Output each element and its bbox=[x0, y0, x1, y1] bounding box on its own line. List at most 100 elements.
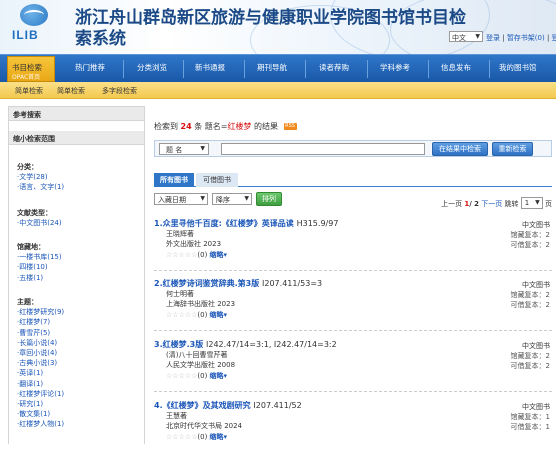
result-divider bbox=[154, 391, 552, 392]
nav-item-opac[interactable]: 书目检索 OPAC首页 bbox=[7, 56, 55, 82]
doc-type: 中文图书 bbox=[522, 403, 550, 411]
sort-field-select[interactable]: 入藏日期 ▼ bbox=[154, 193, 208, 205]
hit-query: 红楼梦 bbox=[227, 122, 252, 131]
result-divider bbox=[154, 330, 552, 331]
facet-item[interactable]: ·五楼(1) bbox=[17, 273, 62, 283]
pager-goto: 跳转 bbox=[504, 200, 519, 208]
facet-item[interactable]: ·红楼梦(7) bbox=[17, 317, 64, 327]
brief-toggle[interactable]: 缩略▾ bbox=[210, 433, 228, 441]
brief-toggle[interactable]: 缩略▾ bbox=[210, 372, 228, 380]
brief-toggle[interactable]: 缩略▾ bbox=[210, 251, 228, 259]
login-link[interactable]: 登录 bbox=[486, 34, 500, 42]
result-author: 何士明著 bbox=[166, 290, 194, 298]
nav-divider bbox=[183, 60, 184, 78]
pager: 上一页 1 / 2 下一页 跳转 1 ▼ 页 bbox=[441, 194, 552, 209]
sort-button[interactable]: 排列 bbox=[256, 192, 282, 206]
top-links: 登录 | 暂存书架(0) | 登出 bbox=[486, 33, 556, 43]
research-button[interactable]: 重新检索 bbox=[492, 142, 533, 156]
call-number: I207.411/53=3 bbox=[262, 279, 323, 288]
subnav-multifield[interactable]: 多字段检索 bbox=[102, 86, 137, 96]
chevron-down-icon: ▼ bbox=[200, 195, 205, 202]
language-select[interactable]: 中文 ▼ bbox=[449, 31, 483, 42]
sub-nav: 简单检索 简单检索 多字段检索 bbox=[0, 82, 556, 99]
brief-toggle[interactable]: 缩略▾ bbox=[210, 311, 228, 319]
subnav-simple-2[interactable]: 简单检索 bbox=[57, 86, 85, 96]
facet-subject: 主题： ·红楼梦研究(9) ·红楼梦(7) ·曹雪芹(5) ·长篇小说(4) ·… bbox=[17, 297, 64, 430]
facet-item[interactable]: ·一楼书库(15) bbox=[17, 252, 62, 262]
call-number: H315.9/97 bbox=[296, 219, 339, 228]
facet-item[interactable]: ·曹雪芹(5) bbox=[17, 328, 64, 338]
holdings-count: 馆藏复本：2 bbox=[510, 291, 550, 299]
search-bar: 题 名 ▼ 在结果中检索 重新检索 bbox=[154, 140, 552, 157]
nav-item-hot[interactable]: 热门推荐 bbox=[75, 62, 105, 73]
sort-bar: 入藏日期 ▼ 降序 ▼ 排列 上一页 1 / 2 下一页 跳转 1 ▼ 页 bbox=[154, 192, 552, 209]
ilib-logo: ILIB bbox=[6, 4, 62, 50]
star-icons[interactable]: ☆☆☆☆☆ bbox=[166, 251, 197, 259]
hit-suffix: 的结果 bbox=[254, 122, 279, 131]
field-select[interactable]: 题 名 ▼ bbox=[159, 143, 209, 155]
result-title-link[interactable]: 1.众里寻他千百度:《红楼梦》英译品读 bbox=[154, 219, 294, 228]
call-number: I207.411/52 bbox=[253, 401, 302, 410]
nav-item-new[interactable]: 新书通报 bbox=[195, 62, 225, 73]
facet-location: 馆藏地： ·一楼书库(15) ·四楼(10) ·五楼(1) bbox=[17, 242, 62, 283]
rss-icon[interactable]: RSS bbox=[283, 123, 297, 130]
result-title-link[interactable]: 3.红楼梦.3版 bbox=[154, 340, 203, 349]
subnav-simple[interactable]: 简单检索 bbox=[15, 86, 43, 96]
facet-item[interactable]: ·文学(28) bbox=[17, 172, 64, 182]
nav-divider bbox=[489, 60, 490, 78]
nav-item-recommend[interactable]: 读者荐购 bbox=[319, 62, 349, 73]
nav-item-news[interactable]: 信息发布 bbox=[441, 62, 471, 73]
facet-item[interactable]: ·红楼梦研究(9) bbox=[17, 307, 64, 317]
available-count: 可借复本：2 bbox=[510, 362, 550, 370]
facet-item[interactable]: ·英译(1) bbox=[17, 368, 64, 378]
facet-title: 文献类型： bbox=[17, 209, 52, 217]
facet-item[interactable]: ·古典小说(3) bbox=[17, 358, 64, 368]
facet-item[interactable]: ·红楼梦人物(1) bbox=[17, 419, 64, 429]
nav-divider bbox=[367, 60, 368, 78]
tab-all-books[interactable]: 所有图书 bbox=[154, 173, 194, 187]
nav-divider bbox=[244, 60, 245, 78]
facet-item[interactable]: ·散文集(1) bbox=[17, 409, 64, 419]
pager-next[interactable]: 下一页 bbox=[481, 200, 502, 208]
facet-item[interactable]: ·章回小说(4) bbox=[17, 348, 64, 358]
sort-order-select[interactable]: 降序 ▼ bbox=[212, 193, 252, 205]
field-value: 题 名 bbox=[166, 146, 183, 154]
tab-available-books[interactable]: 可借图书 bbox=[196, 173, 238, 187]
facet-item[interactable]: ·翻译(1) bbox=[17, 379, 64, 389]
nav-item-journals[interactable]: 期刊导航 bbox=[257, 62, 287, 73]
facet-item[interactable]: ·研究(1) bbox=[17, 399, 64, 409]
star-icons[interactable]: ☆☆☆☆☆ bbox=[166, 433, 197, 441]
result-title-link[interactable]: 4.《红楼梦》及其戏剧研究 bbox=[154, 401, 251, 410]
rating: ☆☆☆☆☆(0) 缩略▾ bbox=[166, 371, 227, 381]
shelf-link[interactable]: 暂存书架(0) bbox=[507, 34, 545, 42]
nav-divider bbox=[123, 60, 124, 78]
page-select[interactable]: 1 ▼ bbox=[520, 197, 543, 209]
nav-item-mylibrary[interactable]: 我的图书馆 bbox=[499, 62, 537, 73]
result-title: 2.红楼梦诗词鉴赏辞典.第3版 I207.411/53=3 bbox=[154, 278, 322, 289]
chevron-down-icon: ▼ bbox=[475, 33, 480, 40]
logout-link[interactable]: 登出 bbox=[552, 34, 556, 42]
facet-item[interactable]: ·红楼梦评论(1) bbox=[17, 389, 64, 399]
sidebar-narrow-title: 缩小检索范围 bbox=[9, 131, 144, 145]
rating-count: (0) bbox=[197, 433, 208, 441]
sort-order-value: 降序 bbox=[216, 196, 230, 204]
nav-item-subjects[interactable]: 学科参考 bbox=[380, 62, 410, 73]
star-icons[interactable]: ☆☆☆☆☆ bbox=[166, 372, 197, 380]
star-icons[interactable]: ☆☆☆☆☆ bbox=[166, 311, 197, 319]
facet-item[interactable]: ·中文图书(24) bbox=[17, 218, 62, 228]
nav-item-browse[interactable]: 分类浏览 bbox=[137, 62, 167, 73]
holdings-count: 馆藏复本：2 bbox=[510, 231, 550, 239]
doc-type: 中文图书 bbox=[522, 281, 550, 289]
result-author: 王慧著 bbox=[166, 412, 187, 420]
holdings-count: 馆藏复本：2 bbox=[510, 352, 550, 360]
results-area: 检索到 24 条 题名=红楼梦 的结果 RSS 题 名 ▼ 在结果中检索 重新检索… bbox=[148, 116, 556, 444]
facet-item[interactable]: ·长篇小说(4) bbox=[17, 338, 64, 348]
result-title-link[interactable]: 2.红楼梦诗词鉴赏辞典.第3版 bbox=[154, 279, 259, 288]
nav-divider bbox=[305, 60, 306, 78]
facet-item[interactable]: ·语言、文字(1) bbox=[17, 182, 64, 192]
facet-item[interactable]: ·四楼(10) bbox=[17, 262, 62, 272]
search-input[interactable] bbox=[221, 143, 425, 155]
result-publisher: 上海辞书出版社 2023 bbox=[166, 300, 236, 308]
search-within-button[interactable]: 在结果中检索 bbox=[432, 142, 488, 156]
book-icon bbox=[24, 10, 44, 20]
